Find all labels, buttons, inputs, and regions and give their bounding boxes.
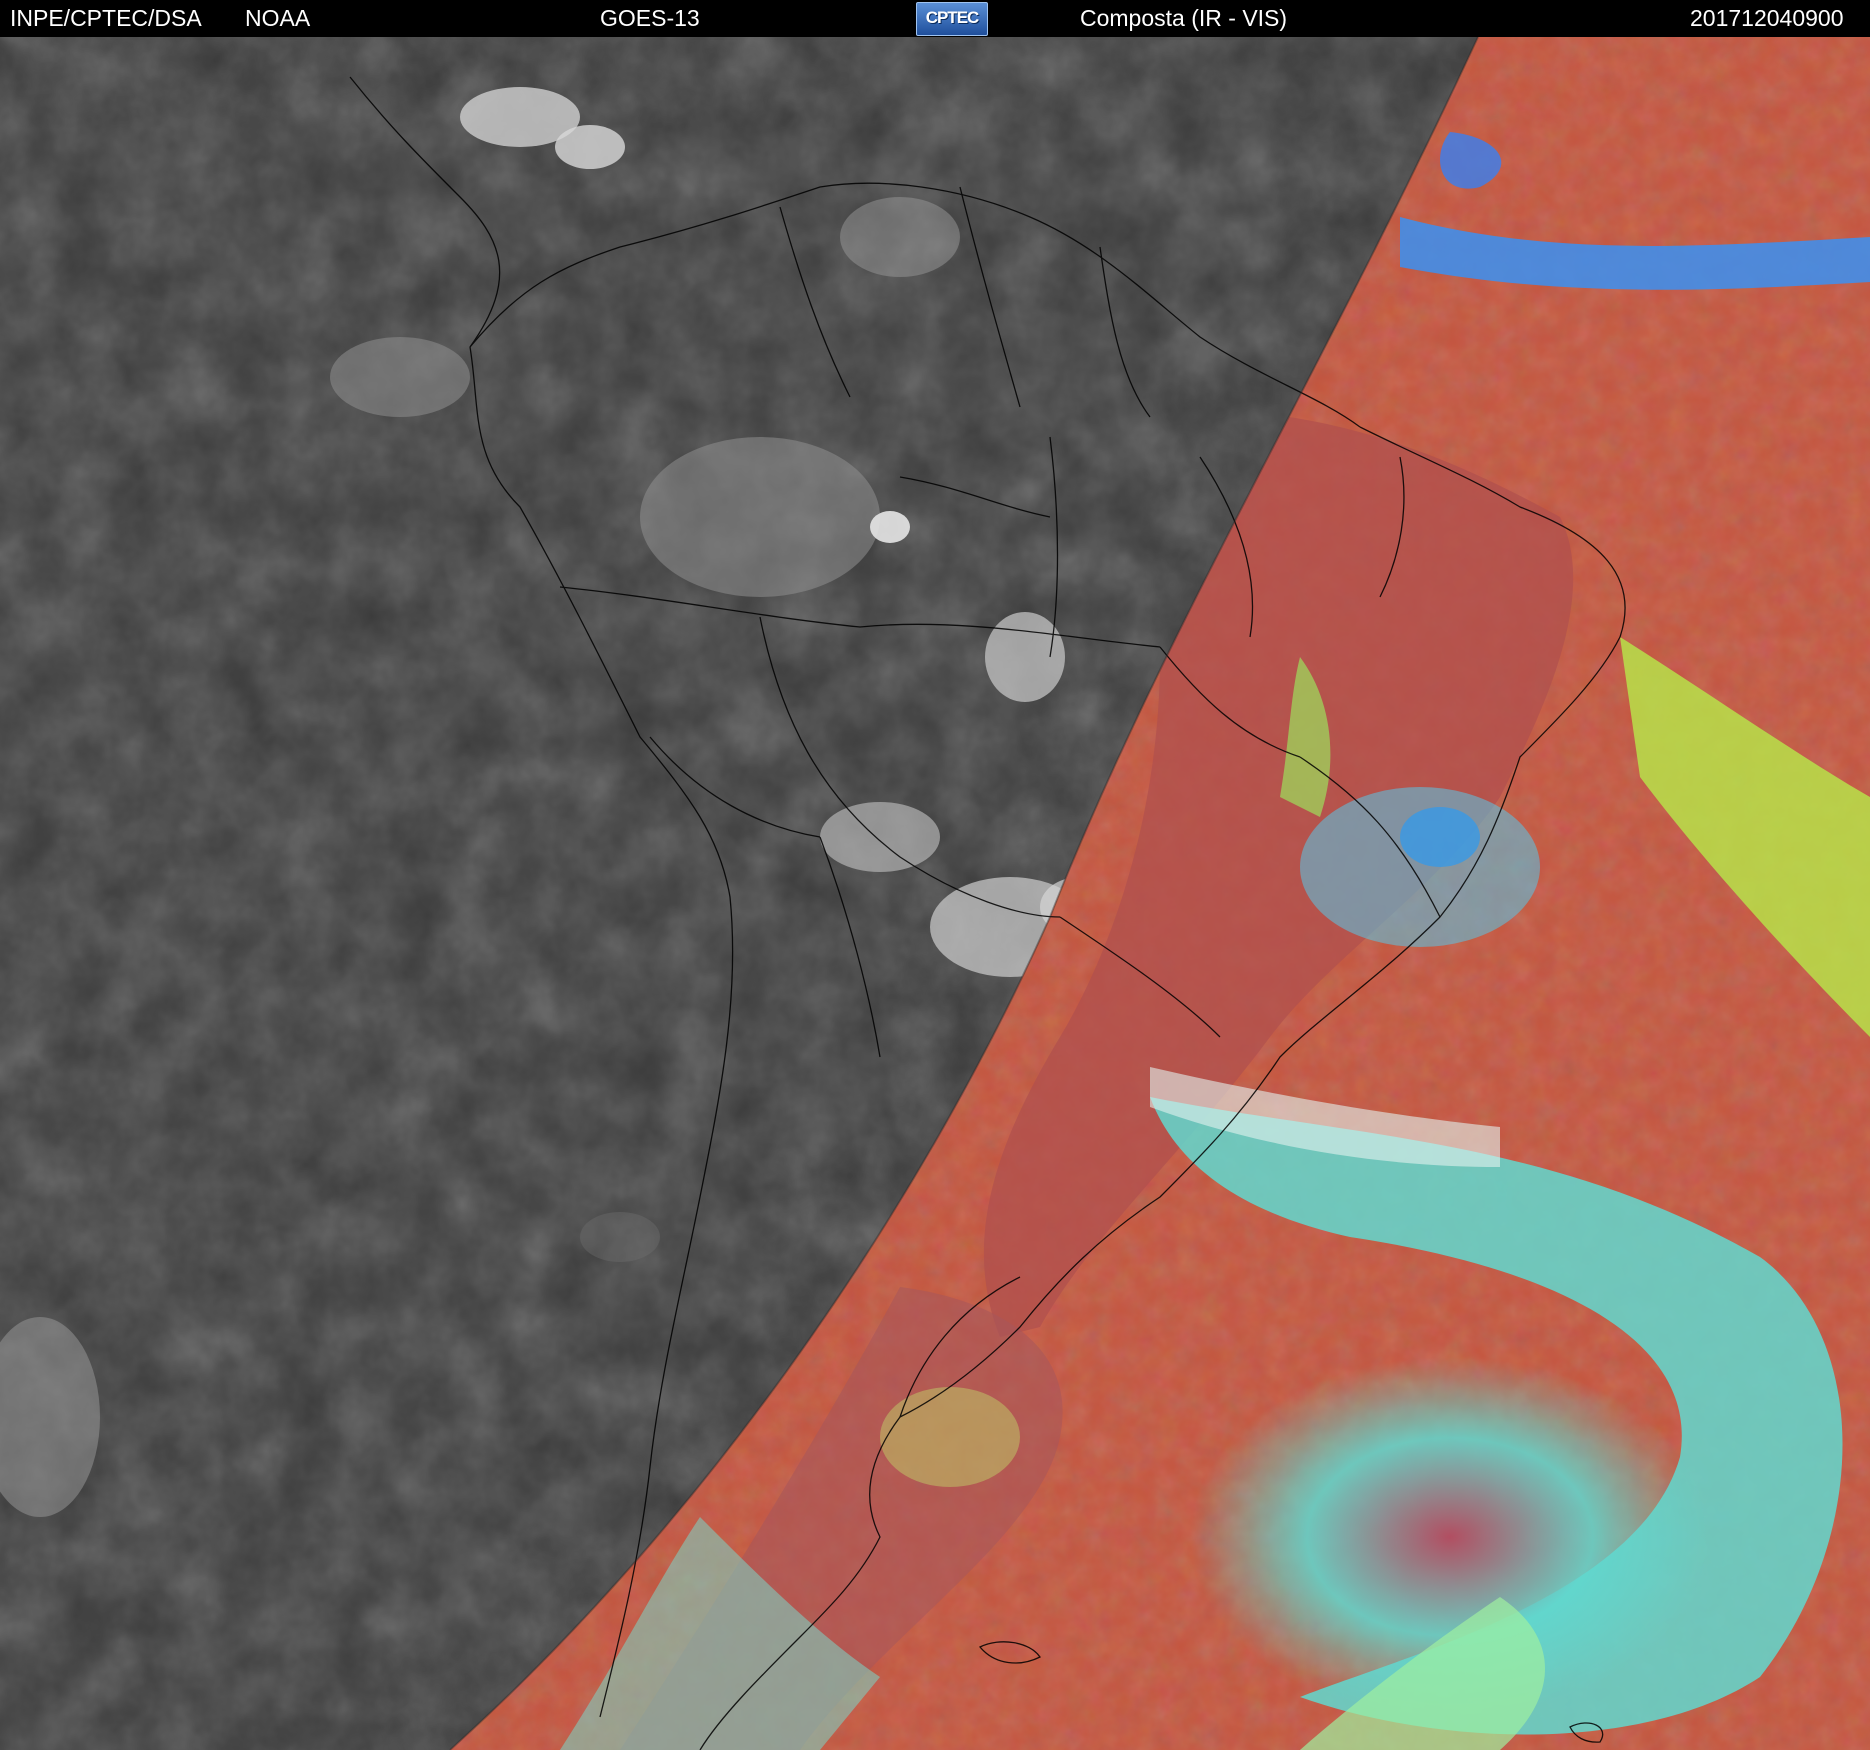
satellite-map-canvas (0, 37, 1870, 1750)
satellite-label: GOES-13 (600, 5, 700, 31)
organization-label: INPE/CPTEC/DSA (10, 5, 202, 31)
image-header-bar: INPE/CPTEC/DSA NOAA GOES-13 CPTEC Compos… (0, 0, 1870, 37)
product-label: Composta (IR - VIS) (1080, 5, 1288, 31)
satellite-image-viewer: INPE/CPTEC/DSA NOAA GOES-13 CPTEC Compos… (0, 0, 1870, 1750)
timestamp-label: 201712040900 (1690, 5, 1844, 31)
agency-label: NOAA (245, 5, 311, 31)
cptec-logo: CPTEC (916, 2, 988, 36)
satellite-map (0, 37, 1870, 1750)
